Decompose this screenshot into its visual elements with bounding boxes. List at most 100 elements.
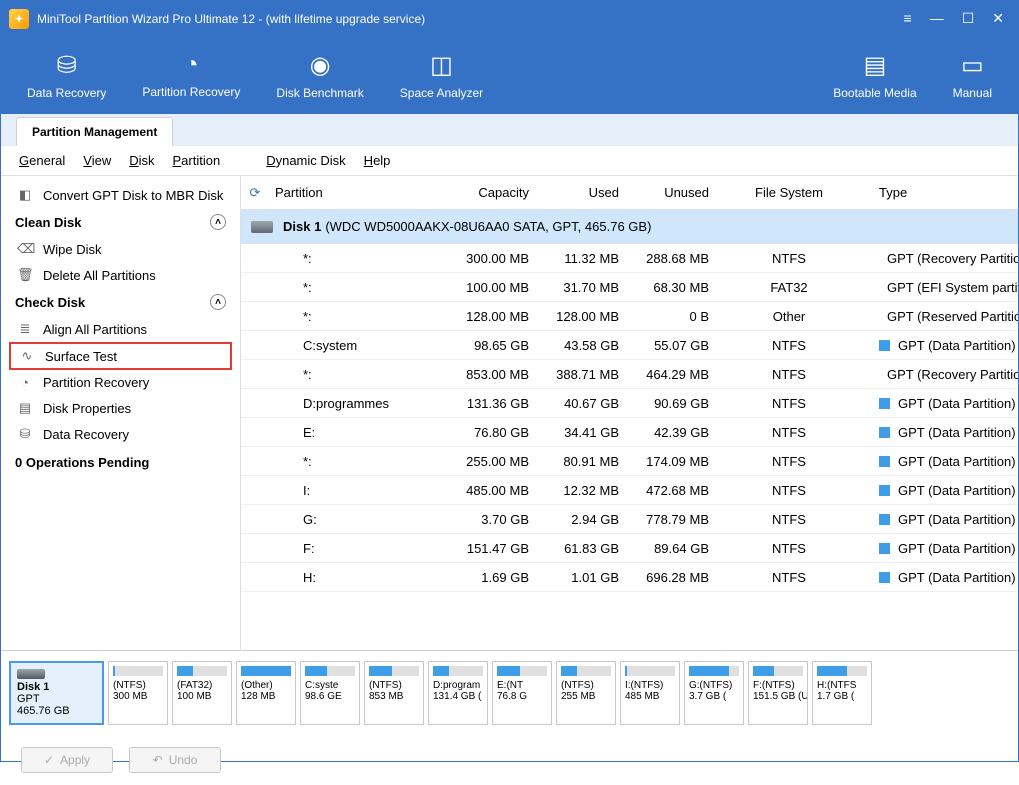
partition-row[interactable]: *: 853.00 MB 388.71 MB 464.29 MB NTFS GP…	[241, 360, 1018, 389]
cell-unused: 90.69 GB	[619, 396, 709, 411]
cell-unused: 778.79 MB	[619, 512, 709, 527]
sidebar-partition-recovery[interactable]: ◔Partition Recovery	[1, 370, 240, 395]
partition-row[interactable]: *: 100.00 MB 31.70 MB 68.30 MB FAT32 GPT…	[241, 273, 1018, 302]
cell-type: GPT (Reserved Partition)	[869, 309, 1018, 324]
partition-row[interactable]: *: 255.00 MB 80.91 MB 174.09 MB NTFS GPT…	[241, 447, 1018, 476]
undo-button[interactable]: ↶ Undo	[129, 747, 221, 773]
diskmap-partition[interactable]: I:(NTFS) 485 MB	[620, 661, 680, 725]
header-filesystem[interactable]: File System	[709, 185, 869, 200]
partition-row[interactable]: E: 76.80 GB 34.41 GB 42.39 GB NTFS GPT (…	[241, 418, 1018, 447]
cell-capacity: 151.47 GB	[439, 541, 529, 556]
diskmap-partition[interactable]: (Other) 128 MB	[236, 661, 296, 725]
maximize-icon[interactable]: ☐	[962, 10, 975, 27]
partition-row[interactable]: G: 3.70 GB 2.94 GB 778.79 MB NTFS GPT (D…	[241, 505, 1018, 534]
menu-general[interactable]: General	[19, 153, 65, 168]
cell-unused: 68.30 MB	[619, 280, 709, 295]
toolbar-data-recovery[interactable]: ⛁Data Recovery	[9, 36, 124, 114]
menu-disk[interactable]: Disk	[129, 153, 154, 168]
cell-filesystem: NTFS	[709, 396, 869, 411]
cell-capacity: 76.80 GB	[439, 425, 529, 440]
diskmap-partition[interactable]: F:(NTFS) 151.5 GB (Us	[748, 661, 808, 725]
type-color-icon	[879, 456, 890, 467]
partition-row[interactable]: I: 485.00 MB 12.32 MB 472.68 MB NTFS GPT…	[241, 476, 1018, 505]
main-toolbar: ⛁Data Recovery◔Partition Recovery◉Disk B…	[1, 36, 1018, 114]
usage-bar	[241, 666, 291, 676]
cell-capacity: 128.00 MB	[439, 309, 529, 324]
sidebar-disk-properties[interactable]: ▤Disk Properties	[1, 395, 240, 421]
cell-used: 2.94 GB	[529, 512, 619, 527]
diskmap-partition[interactable]: (FAT32) 100 MB	[172, 661, 232, 725]
diskmap-disk[interactable]: Disk 1 GPT 465.76 GB	[9, 661, 104, 725]
cell-capacity: 1.69 GB	[439, 570, 529, 585]
menu-partition[interactable]: Partition	[173, 153, 221, 168]
cell-filesystem: Other	[709, 309, 869, 324]
disk-icon	[251, 221, 273, 233]
sidebar-convert-gpt-mbr[interactable]: ◧Convert GPT Disk to MBR Disk	[1, 182, 240, 208]
chevron-up-icon: ˄	[210, 294, 226, 310]
bootable-media-icon: ▤	[864, 51, 887, 80]
cell-type: GPT (Data Partition)	[869, 454, 1018, 469]
apply-button[interactable]: ✓ Apply	[21, 747, 113, 773]
usage-bar	[113, 666, 163, 676]
cell-type: GPT (Data Partition)	[869, 570, 1018, 585]
toolbar-manual[interactable]: ▭Manual	[935, 36, 1010, 114]
close-icon[interactable]: ✕	[992, 10, 1004, 27]
cell-type: GPT (Recovery Partition)	[869, 251, 1018, 266]
sidebar-wipe-disk[interactable]: ⌫Wipe Disk	[1, 236, 240, 262]
cell-unused: 288.68 MB	[619, 251, 709, 266]
header-type[interactable]: Type	[869, 185, 1018, 200]
partition-row[interactable]: *: 128.00 MB 128.00 MB 0 B Other GPT (Re…	[241, 302, 1018, 331]
cell-filesystem: NTFS	[709, 425, 869, 440]
sidebar-group-check-disk[interactable]: Check Disk˄	[1, 288, 240, 316]
header-unused[interactable]: Unused	[619, 185, 709, 200]
header-capacity[interactable]: Capacity	[439, 185, 529, 200]
cell-partition: C:system	[269, 338, 439, 353]
space-analyzer-icon: ◫	[430, 51, 453, 80]
cell-filesystem: NTFS	[709, 541, 869, 556]
toolbar-disk-benchmark[interactable]: ◉Disk Benchmark	[258, 36, 381, 114]
cell-capacity: 300.00 MB	[439, 251, 529, 266]
diskmap-partition[interactable]: (NTFS) 853 MB	[364, 661, 424, 725]
cell-partition: I:	[269, 483, 439, 498]
diskmap-partition[interactable]: D:program 131.4 GB (	[428, 661, 488, 725]
header-used[interactable]: Used	[529, 185, 619, 200]
partition-row[interactable]: D:programmes 131.36 GB 40.67 GB 90.69 GB…	[241, 389, 1018, 418]
usage-bar	[817, 666, 867, 676]
convert-icon: ◧	[17, 187, 33, 203]
menu-view[interactable]: View	[83, 153, 111, 168]
cell-unused: 89.64 GB	[619, 541, 709, 556]
sidebar-delete-all-partitions[interactable]: 🗑Delete All Partitions	[1, 262, 240, 288]
minimize-icon[interactable]: ―	[930, 10, 944, 27]
diskmap-partition[interactable]: C:syste 98.6 GE	[300, 661, 360, 725]
diskmap-partition[interactable]: (NTFS) 300 MB	[108, 661, 168, 725]
type-color-icon	[879, 340, 890, 351]
cell-partition: *:	[269, 367, 439, 382]
partition-row[interactable]: H: 1.69 GB 1.01 GB 696.28 MB NTFS GPT (D…	[241, 563, 1018, 592]
sidebar-align-all-partitions[interactable]: ≣Align All Partitions	[1, 316, 240, 342]
sidebar-group-clean-disk[interactable]: Clean Disk˄	[1, 208, 240, 236]
tab-partition-management[interactable]: Partition Management	[16, 117, 173, 146]
diskmap-partition[interactable]: (NTFS) 255 MB	[556, 661, 616, 725]
disk-row[interactable]: Disk 1 (WDC WD5000AAKX-08U6AA0 SATA, GPT…	[241, 210, 1018, 244]
menu-dynamic-disk[interactable]: Dynamic Disk	[266, 153, 345, 168]
cell-unused: 0 B	[619, 309, 709, 324]
refresh-icon[interactable]: ⟳	[241, 185, 269, 201]
menu-help[interactable]: Help	[364, 153, 391, 168]
header-partition[interactable]: Partition	[269, 185, 439, 200]
cell-used: 1.01 GB	[529, 570, 619, 585]
sidebar-surface-test[interactable]: ∿Surface Test	[9, 342, 232, 370]
partition-row[interactable]: C:system 98.65 GB 43.58 GB 55.07 GB NTFS…	[241, 331, 1018, 360]
diskmap-partition[interactable]: H:(NTFS 1.7 GB (	[812, 661, 872, 725]
toolbar-space-analyzer[interactable]: ◫Space Analyzer	[382, 36, 501, 114]
cell-type: GPT (Data Partition)	[869, 396, 1018, 411]
toolbar-bootable-media[interactable]: ▤Bootable Media	[815, 36, 934, 114]
partition-row[interactable]: *: 300.00 MB 11.32 MB 288.68 MB NTFS GPT…	[241, 244, 1018, 273]
cell-used: 11.32 MB	[529, 251, 619, 266]
sidebar-data-recovery[interactable]: ⛁Data Recovery	[1, 421, 240, 447]
diskmap-partition[interactable]: G:(NTFS) 3.7 GB (	[684, 661, 744, 725]
menu-icon[interactable]: ≡	[904, 10, 912, 27]
partition-row[interactable]: F: 151.47 GB 61.83 GB 89.64 GB NTFS GPT …	[241, 534, 1018, 563]
diskmap-partition[interactable]: E:(NT 76.8 G	[492, 661, 552, 725]
window-title: MiniTool Partition Wizard Pro Ultimate 1…	[37, 12, 904, 26]
toolbar-partition-recovery[interactable]: ◔Partition Recovery	[124, 36, 258, 114]
